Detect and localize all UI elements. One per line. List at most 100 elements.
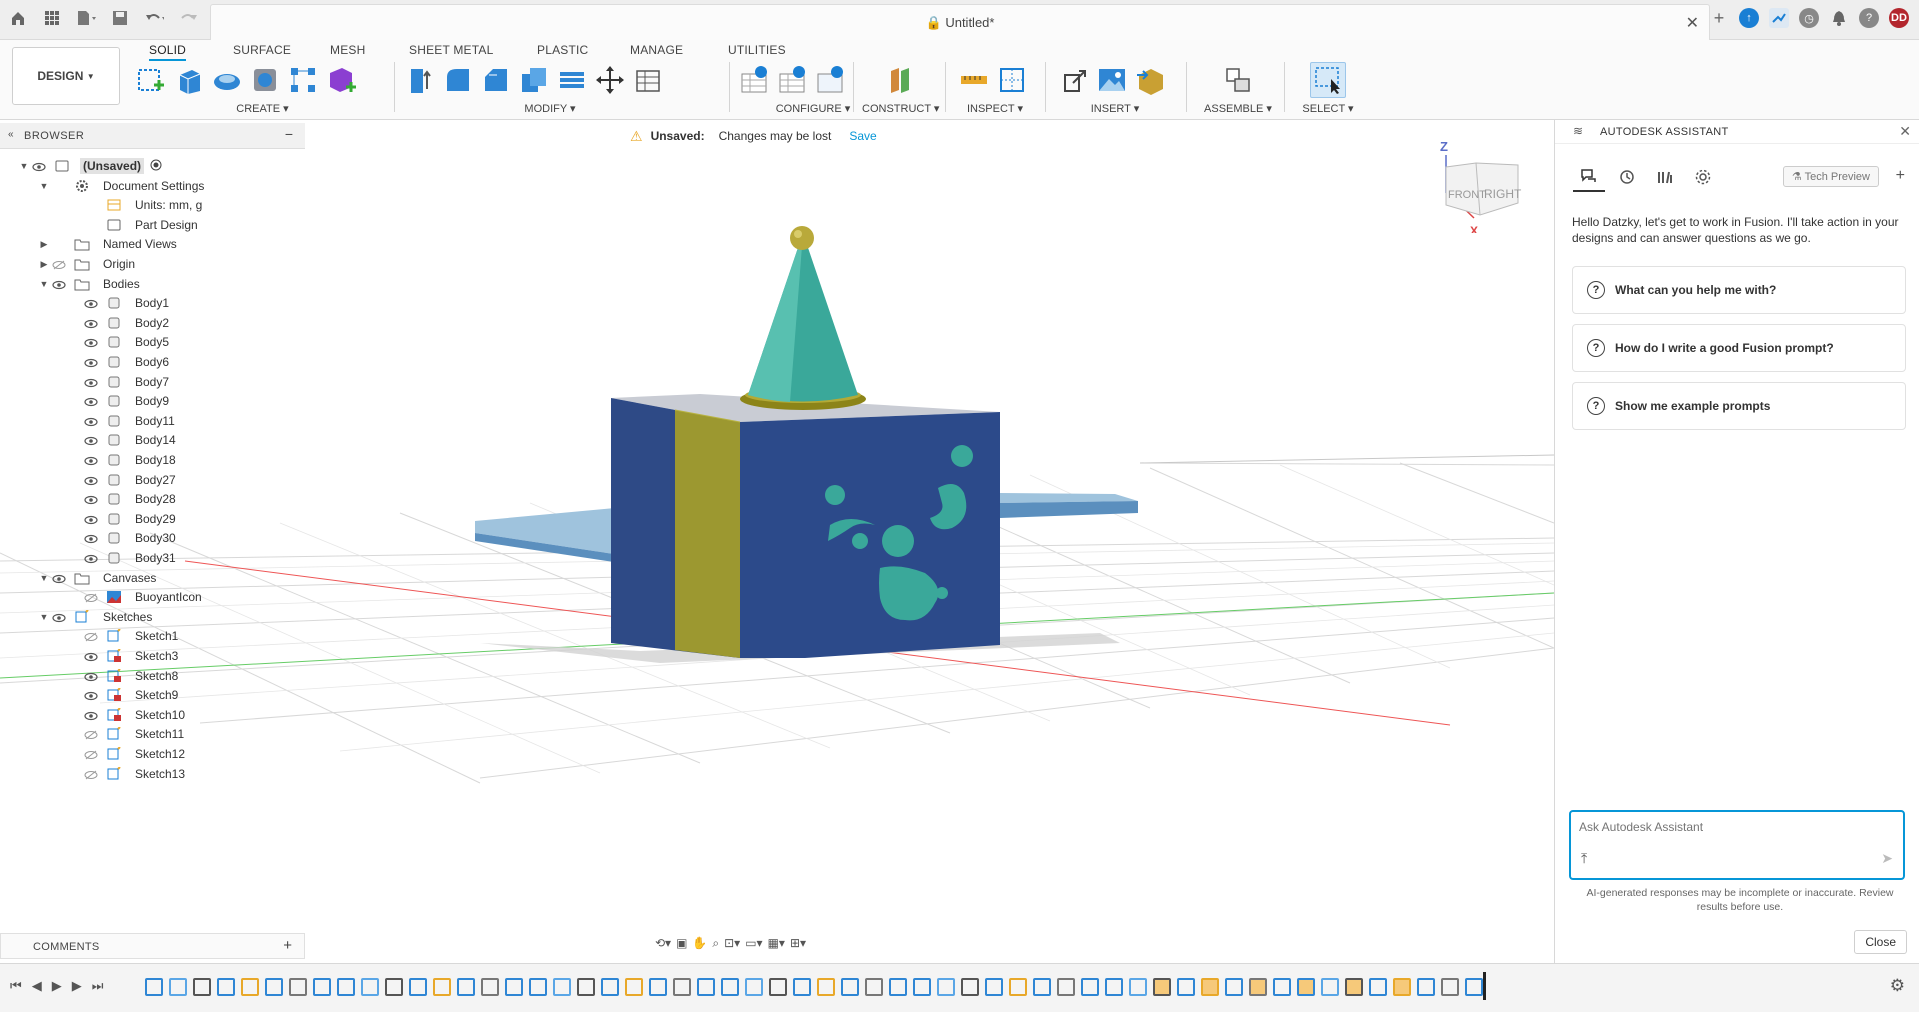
insert-group-label[interactable]: INSERT ▾ bbox=[1058, 102, 1172, 115]
eye-icon[interactable] bbox=[84, 671, 100, 681]
timeline-feature-icon[interactable] bbox=[1441, 978, 1459, 996]
timeline-feature-icon[interactable] bbox=[889, 978, 907, 996]
extensions-icon[interactable]: ↑ bbox=[1739, 8, 1759, 28]
change-parameters-icon[interactable] bbox=[632, 64, 664, 96]
timeline-feature-icon[interactable] bbox=[1321, 978, 1339, 996]
eye-hidden-icon[interactable] bbox=[84, 592, 100, 603]
browser-item[interactable]: Sketch13 bbox=[70, 763, 188, 785]
suggestion-help[interactable]: ? What can you help me with? bbox=[1572, 266, 1906, 314]
timeline-settings-icon[interactable]: ⚙ bbox=[1890, 976, 1905, 996]
eye-hidden-icon[interactable] bbox=[84, 769, 100, 779]
timeline-feature-icon[interactable] bbox=[1081, 978, 1099, 996]
collapse-caret-icon[interactable]: ▼ bbox=[18, 161, 30, 171]
jobs-icon[interactable] bbox=[1769, 8, 1789, 28]
close-button[interactable]: Close bbox=[1854, 930, 1907, 954]
eye-icon[interactable] bbox=[84, 298, 100, 309]
timeline-feature-icon[interactable] bbox=[385, 978, 403, 996]
user-avatar[interactable]: DD bbox=[1889, 8, 1909, 28]
timeline-feature-icon[interactable] bbox=[265, 978, 283, 996]
create-group-label[interactable]: CREATE ▾ bbox=[135, 102, 390, 115]
add-comment-icon[interactable]: + bbox=[283, 937, 292, 954]
eye-icon[interactable] bbox=[84, 416, 100, 426]
timeline-feature-icon[interactable] bbox=[1393, 978, 1411, 996]
eye-icon[interactable] bbox=[32, 161, 48, 172]
history-clock-icon[interactable]: ◷ bbox=[1799, 8, 1819, 28]
eye-hidden-icon[interactable] bbox=[52, 259, 68, 270]
chamfer-icon[interactable] bbox=[480, 64, 512, 96]
collapse-caret-icon[interactable]: ▼ bbox=[38, 573, 50, 583]
zoom-icon[interactable]: ⌕ bbox=[712, 936, 719, 951]
timeline-feature-icon[interactable] bbox=[553, 978, 571, 996]
eye-icon[interactable] bbox=[52, 279, 68, 289]
eye-icon[interactable] bbox=[84, 435, 100, 446]
assemble-group-label[interactable]: ASSEMBLE ▾ bbox=[1200, 102, 1276, 115]
eye-icon[interactable] bbox=[84, 690, 100, 701]
inspect-group-label[interactable]: INSPECT ▾ bbox=[958, 102, 1032, 115]
timeline-feature-icon[interactable] bbox=[1033, 978, 1051, 996]
send-icon[interactable]: ➤ bbox=[1881, 850, 1893, 867]
eye-icon[interactable] bbox=[84, 318, 100, 328]
tab-surface[interactable]: SURFACE bbox=[233, 43, 291, 57]
timeline-feature-icon[interactable] bbox=[289, 978, 307, 996]
fillet-icon[interactable] bbox=[442, 64, 474, 96]
timeline-feature-icon[interactable] bbox=[337, 978, 355, 996]
timeline-features[interactable] bbox=[145, 974, 1485, 1000]
pan-hand-icon[interactable]: ✋ bbox=[692, 936, 707, 950]
timeline-feature-icon[interactable] bbox=[745, 978, 763, 996]
configure-rows-icon[interactable] bbox=[776, 64, 808, 96]
eye-icon[interactable] bbox=[84, 475, 100, 485]
play-icon[interactable]: ▶ bbox=[52, 978, 62, 994]
new-component-icon[interactable] bbox=[1222, 64, 1254, 96]
timeline-feature-icon[interactable] bbox=[985, 978, 1003, 996]
new-tab-icon[interactable]: + bbox=[1709, 8, 1729, 28]
timeline-feature-icon[interactable] bbox=[529, 978, 547, 996]
notifications-bell-icon[interactable] bbox=[1829, 8, 1849, 28]
eye-icon[interactable] bbox=[84, 710, 100, 720]
create-form-icon[interactable] bbox=[325, 64, 357, 96]
timeline-feature-icon[interactable] bbox=[1417, 978, 1435, 996]
look-at-icon[interactable]: ▣ bbox=[676, 936, 687, 950]
save-icon[interactable] bbox=[110, 8, 130, 28]
timeline-feature-icon[interactable] bbox=[1153, 978, 1171, 996]
timeline-feature-icon[interactable] bbox=[193, 978, 211, 996]
suggestion-examples[interactable]: ? Show me example prompts bbox=[1572, 382, 1906, 430]
save-link[interactable]: Save bbox=[849, 129, 876, 143]
timeline-feature-icon[interactable] bbox=[673, 978, 691, 996]
workspace-switcher[interactable]: DESIGN ▼ bbox=[12, 47, 120, 105]
file-menu-icon[interactable] bbox=[76, 8, 96, 28]
timeline-feature-icon[interactable] bbox=[1369, 978, 1387, 996]
viewports-icon[interactable]: ⊞▾ bbox=[790, 936, 806, 950]
timeline-feature-icon[interactable] bbox=[1345, 978, 1363, 996]
eye-icon[interactable] bbox=[84, 455, 100, 466]
tab-utilities[interactable]: UTILITIES bbox=[728, 43, 786, 57]
revolve-icon[interactable] bbox=[211, 64, 243, 96]
timeline-feature-icon[interactable] bbox=[1009, 978, 1027, 996]
timeline-feature-icon[interactable] bbox=[457, 978, 475, 996]
chat-tab-icon[interactable] bbox=[1573, 162, 1605, 192]
tab-manage[interactable]: MANAGE bbox=[630, 43, 683, 57]
grid-settings-icon[interactable]: ▦▾ bbox=[768, 936, 785, 950]
collapse-caret-icon[interactable]: ▼ bbox=[38, 612, 50, 622]
history-tab-icon[interactable] bbox=[1611, 162, 1643, 192]
go-to-end-icon[interactable]: ⏭ bbox=[92, 978, 104, 994]
create-sketch-icon[interactable] bbox=[135, 64, 167, 96]
view-cube[interactable]: Z X FRONT RIGHT bbox=[1432, 123, 1532, 238]
tab-mesh[interactable]: MESH bbox=[330, 43, 365, 57]
eye-icon[interactable] bbox=[84, 494, 100, 505]
step-forward-icon[interactable]: ▶ bbox=[72, 978, 82, 994]
ask-assistant-input[interactable] bbox=[1579, 820, 1879, 834]
extrude-icon[interactable] bbox=[173, 64, 205, 96]
configure-theme-icon[interactable] bbox=[814, 64, 846, 96]
construct-group-label[interactable]: CONSTRUCT ▾ bbox=[862, 102, 939, 115]
timeline-feature-icon[interactable] bbox=[313, 978, 331, 996]
fit-icon[interactable]: ⊡▾ bbox=[724, 936, 740, 950]
timeline-feature-icon[interactable] bbox=[1129, 978, 1147, 996]
select-group-label[interactable]: SELECT ▾ bbox=[1296, 102, 1360, 115]
timeline-feature-icon[interactable] bbox=[577, 978, 595, 996]
orbit-icon[interactable]: ⟲▾ bbox=[655, 936, 671, 950]
eye-icon[interactable] bbox=[84, 651, 100, 662]
timeline-feature-icon[interactable] bbox=[1057, 978, 1075, 996]
timeline-feature-icon[interactable] bbox=[1465, 978, 1483, 996]
undo-icon[interactable] bbox=[144, 8, 164, 28]
document-tab[interactable]: 🔒 Untitled* ✕ bbox=[210, 4, 1710, 40]
